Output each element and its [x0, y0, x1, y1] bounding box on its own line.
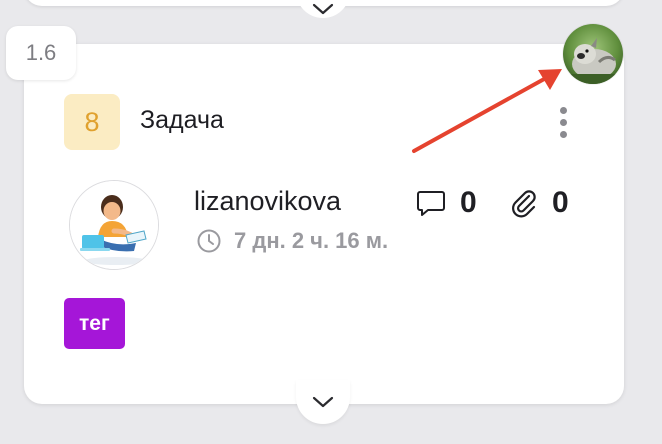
time-remaining: 7 дн. 2 ч. 16 м. — [196, 228, 388, 254]
priority-badge: 8 — [64, 94, 120, 150]
chevron-down-icon — [312, 396, 334, 408]
owner-avatar[interactable] — [563, 24, 623, 84]
comment-icon — [417, 191, 445, 216]
priority-value: 8 — [84, 106, 100, 137]
expand-previous-button[interactable] — [296, 0, 350, 18]
comments-count: 0 — [460, 186, 477, 219]
task-tag[interactable]: тег — [64, 298, 125, 349]
paperclip-icon — [512, 190, 536, 218]
timer-text: 7 дн. 2 ч. 16 м. — [234, 228, 389, 253]
task-type-label: Задача — [140, 106, 224, 134]
comments-stat[interactable]: 0 — [416, 186, 477, 220]
assignee-username: lizanovikova — [194, 186, 342, 216]
assignee-avatar[interactable] — [69, 180, 159, 270]
attachments-stat[interactable]: 0 — [510, 186, 569, 220]
expand-task-button[interactable] — [296, 380, 350, 424]
task-index-label: 1.6 — [25, 40, 57, 65]
assignee-avatar-image — [70, 181, 158, 269]
task-board: 1.6 8 Задача lizanovikova 7 дн. 2 ч. 16 … — [0, 0, 662, 444]
clock-icon — [197, 229, 221, 253]
chevron-down-icon — [312, 3, 334, 15]
more-vertical-icon[interactable] — [552, 100, 574, 144]
owner-avatar-image — [563, 24, 623, 84]
task-index-badge: 1.6 — [6, 26, 76, 80]
attachments-count: 0 — [552, 186, 569, 219]
